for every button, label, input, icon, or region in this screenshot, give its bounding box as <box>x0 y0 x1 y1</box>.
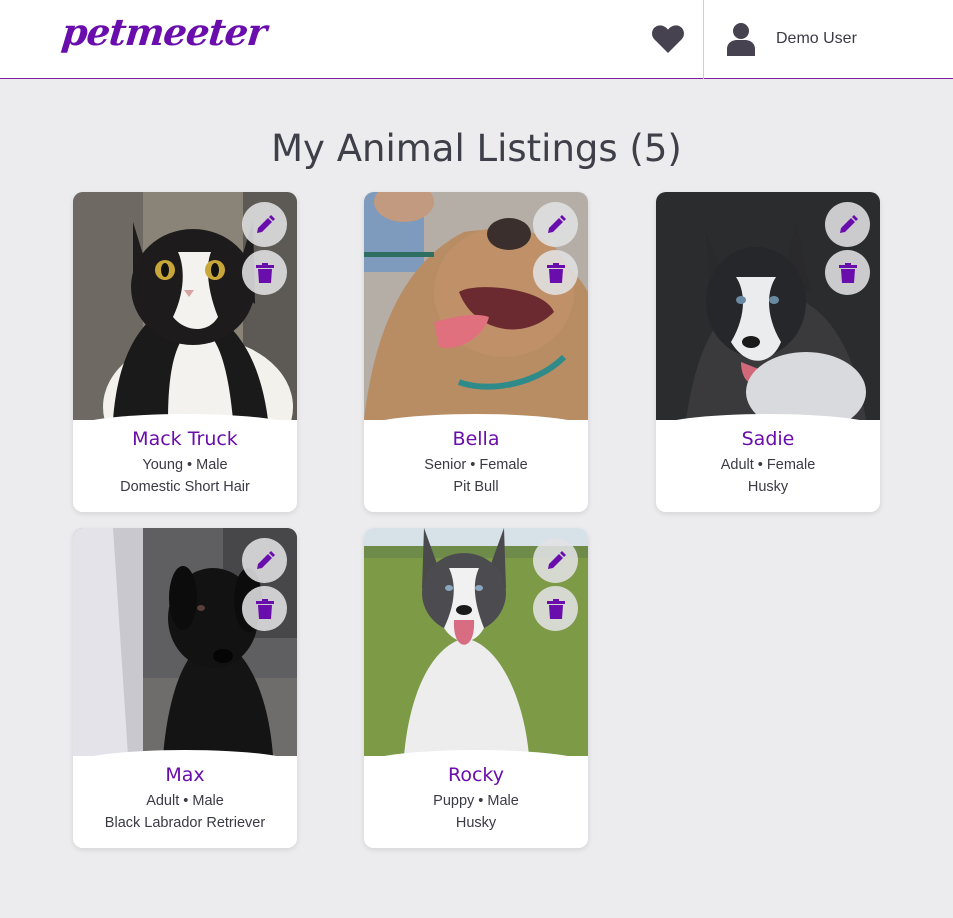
pet-breed: Husky <box>455 815 497 831</box>
pet-breed: Domestic Short Hair <box>120 479 250 495</box>
pet-name[interactable]: Sadie <box>656 428 880 450</box>
trash-icon <box>546 598 565 619</box>
user-name: Demo User <box>776 30 857 47</box>
pet-breed: Husky <box>747 479 789 495</box>
pencil-icon <box>839 214 858 233</box>
listing-card[interactable]: Sadie Adult • Female Husky <box>656 192 880 512</box>
edit-listing-button[interactable] <box>242 202 287 247</box>
pet-name[interactable]: Bella <box>364 428 588 450</box>
favorites-button[interactable] <box>648 21 688 57</box>
listing-info: Mack Truck Young • Male Domestic Short H… <box>73 414 297 512</box>
pet-name[interactable]: Max <box>73 764 297 786</box>
pet-age-gender: Young • Male <box>142 457 228 473</box>
pencil-icon <box>256 550 275 569</box>
pet-age-gender: Senior • Female <box>424 457 528 473</box>
heart-icon <box>652 25 684 53</box>
page-title: My Animal Listings (5) <box>271 127 682 170</box>
delete-listing-button[interactable] <box>242 250 287 295</box>
listing-info: Bella Senior • Female Pit Bull <box>364 414 588 512</box>
listing-card[interactable]: Rocky Puppy • Male Husky <box>364 528 588 848</box>
user-icon <box>724 21 758 57</box>
user-menu[interactable]: Demo User <box>724 19 857 59</box>
listing-info: Max Adult • Male Black Labrador Retrieve… <box>73 750 297 848</box>
edit-listing-button[interactable] <box>533 202 578 247</box>
trash-icon <box>255 598 274 619</box>
listing-card[interactable]: Max Adult • Male Black Labrador Retrieve… <box>73 528 297 848</box>
edit-listing-button[interactable] <box>242 538 287 583</box>
pet-age-gender: Adult • Male <box>146 793 224 809</box>
delete-listing-button[interactable] <box>533 250 578 295</box>
trash-icon <box>255 262 274 283</box>
top-navbar: petmeeter Demo User <box>0 0 953 79</box>
listing-card[interactable]: Mack Truck Young • Male Domestic Short H… <box>73 192 297 512</box>
pet-breed: Black Labrador Retriever <box>104 815 266 831</box>
pet-age-gender: Adult • Female <box>720 457 816 473</box>
edit-listing-button[interactable] <box>825 202 870 247</box>
pet-breed: Pit Bull <box>453 479 499 495</box>
listing-info: Rocky Puppy • Male Husky <box>364 750 588 848</box>
pet-age-gender: Puppy • Male <box>433 793 519 809</box>
delete-listing-button[interactable] <box>242 586 287 631</box>
delete-listing-button[interactable] <box>825 250 870 295</box>
delete-listing-button[interactable] <box>533 586 578 631</box>
pencil-icon <box>547 550 566 569</box>
pencil-icon <box>256 214 275 233</box>
listing-info: Sadie Adult • Female Husky <box>656 414 880 512</box>
site-logo[interactable]: petmeeter <box>60 10 268 54</box>
header-divider <box>703 0 704 79</box>
listing-card[interactable]: Bella Senior • Female Pit Bull <box>364 192 588 512</box>
pet-name[interactable]: Mack Truck <box>73 428 297 450</box>
pencil-icon <box>547 214 566 233</box>
pet-name[interactable]: Rocky <box>364 764 588 786</box>
trash-icon <box>546 262 565 283</box>
trash-icon <box>838 262 857 283</box>
edit-listing-button[interactable] <box>533 538 578 583</box>
